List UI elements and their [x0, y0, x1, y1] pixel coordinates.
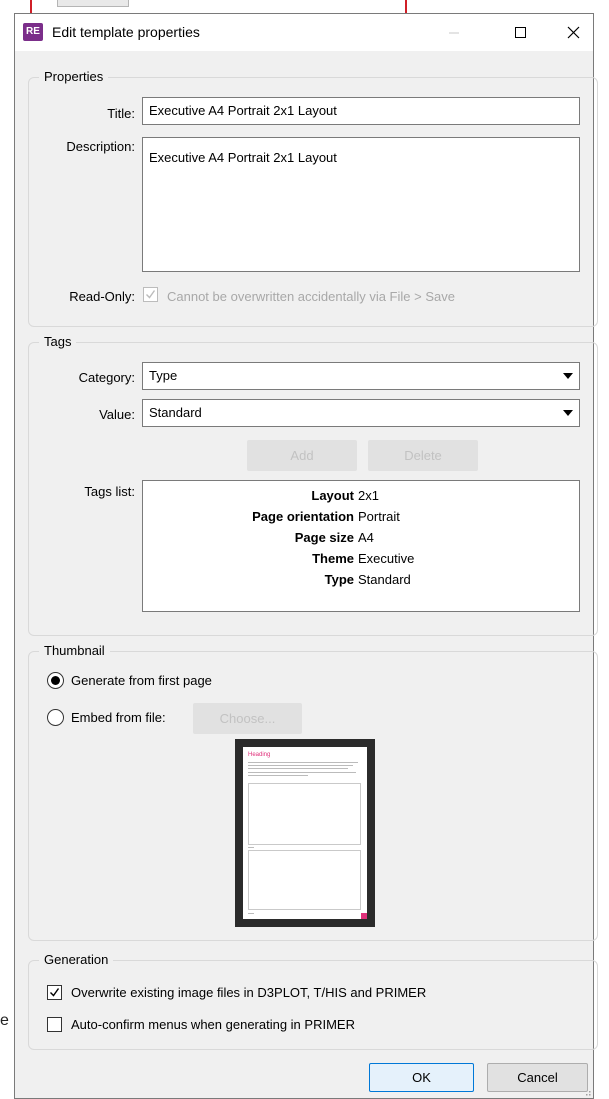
- minimize-button[interactable]: [431, 14, 477, 51]
- tag-key: Page orientation: [252, 509, 354, 524]
- tag-key: Type: [324, 572, 354, 587]
- close-button[interactable]: [550, 14, 596, 51]
- thumbnail-page: Heading: [243, 747, 367, 919]
- embed-radio[interactable]: [47, 709, 64, 726]
- tag-key: Layout: [311, 488, 354, 503]
- checkmark-icon: [146, 290, 156, 299]
- tags-list-label: Tags list:: [84, 484, 135, 499]
- thumbnail-text-line: [248, 762, 358, 763]
- category-select[interactable]: Type: [142, 362, 580, 390]
- tag-row: Layout 2x1: [143, 488, 578, 509]
- value-select[interactable]: Standard: [142, 399, 580, 427]
- title-label: Title:: [107, 106, 135, 121]
- thumbnail-text-line: [248, 768, 348, 769]
- generation-group: Generation: [28, 952, 598, 1050]
- background-tab: [57, 0, 129, 7]
- tag-row: Page size A4: [143, 530, 578, 551]
- dropdown-arrow-icon: [563, 373, 573, 379]
- dropdown-arrow-icon: [563, 410, 573, 416]
- readonly-label: Read-Only:: [69, 289, 135, 304]
- tags-list[interactable]: Layout 2x1 Page orientation Portrait Pag…: [142, 480, 580, 612]
- thumbnail-caption: [248, 847, 254, 848]
- value-value: Standard: [149, 405, 202, 420]
- tag-value: A4: [358, 530, 374, 545]
- title-input[interactable]: Executive A4 Portrait 2x1 Layout: [142, 97, 580, 125]
- overwrite-label[interactable]: Overwrite existing image files in D3PLOT…: [71, 985, 426, 1000]
- description-label: Description:: [66, 139, 135, 154]
- background-highlight-right: [405, 0, 407, 14]
- tag-value: Standard: [358, 572, 411, 587]
- autoconfirm-checkbox[interactable]: [47, 1017, 62, 1032]
- thumbnail-preview: Heading: [235, 739, 375, 927]
- title-bar[interactable]: RE Edit template properties: [15, 14, 593, 51]
- delete-tag-button[interactable]: Delete: [368, 440, 478, 471]
- thumbnail-caption: [248, 913, 254, 914]
- radio-selected-dot: [51, 676, 60, 685]
- tag-row: Page orientation Portrait: [143, 509, 578, 530]
- cancel-button[interactable]: Cancel: [487, 1063, 588, 1092]
- thumbnail-text-line: [248, 772, 356, 773]
- tag-value: 2x1: [358, 488, 379, 503]
- thumbnail-heading: Heading: [248, 752, 271, 758]
- add-tag-button[interactable]: Add: [247, 440, 357, 471]
- tag-row: Theme Executive: [143, 551, 578, 572]
- category-label: Category:: [78, 370, 135, 385]
- generate-radio[interactable]: [47, 672, 64, 689]
- description-textarea[interactable]: Executive A4 Portrait 2x1 Layout: [142, 137, 580, 272]
- checkmark-icon: [50, 988, 60, 997]
- thumbnail-image-box: [248, 850, 361, 910]
- autoconfirm-label[interactable]: Auto-confirm menus when generating in PR…: [71, 1017, 355, 1032]
- thumbnail-text-line: [248, 765, 353, 766]
- tag-value: Portrait: [358, 509, 400, 524]
- background-text-fragment: e: [0, 1012, 9, 1029]
- readonly-checkbox[interactable]: [143, 287, 158, 302]
- readonly-description: Cannot be overwritten accidentally via F…: [167, 289, 455, 304]
- minimize-icon: [449, 32, 459, 33]
- tag-value: Executive: [358, 551, 415, 566]
- choose-file-button[interactable]: Choose...: [193, 703, 302, 734]
- thumbnail-image-box: [248, 783, 361, 845]
- resize-grip-icon[interactable]: [583, 1088, 591, 1096]
- category-value: Type: [149, 368, 178, 383]
- embed-label[interactable]: Embed from file:: [71, 710, 166, 725]
- app-logo-icon: RE: [23, 23, 43, 41]
- maximize-button[interactable]: [497, 14, 543, 51]
- overwrite-checkbox[interactable]: [47, 985, 62, 1000]
- tag-row: Type Standard: [143, 572, 578, 593]
- close-icon: [567, 26, 579, 39]
- thumbnail-corner-marker: [361, 913, 367, 919]
- thumbnail-text-line: [248, 775, 308, 776]
- ok-button[interactable]: OK: [369, 1063, 474, 1092]
- properties-legend: Properties: [39, 69, 109, 84]
- generate-label[interactable]: Generate from first page: [71, 673, 212, 688]
- maximize-icon: [514, 27, 526, 38]
- thumbnail-legend: Thumbnail: [39, 643, 110, 658]
- edit-template-dialog: RE Edit template properties Properties T…: [14, 13, 598, 1099]
- tag-key: Theme: [312, 551, 354, 566]
- background-highlight-left: [30, 0, 32, 14]
- tags-legend: Tags: [39, 334, 77, 349]
- value-label: Value:: [99, 407, 135, 422]
- generation-legend: Generation: [39, 952, 114, 967]
- dialog-title: Edit template properties: [52, 24, 200, 40]
- tag-key: Page size: [294, 530, 354, 545]
